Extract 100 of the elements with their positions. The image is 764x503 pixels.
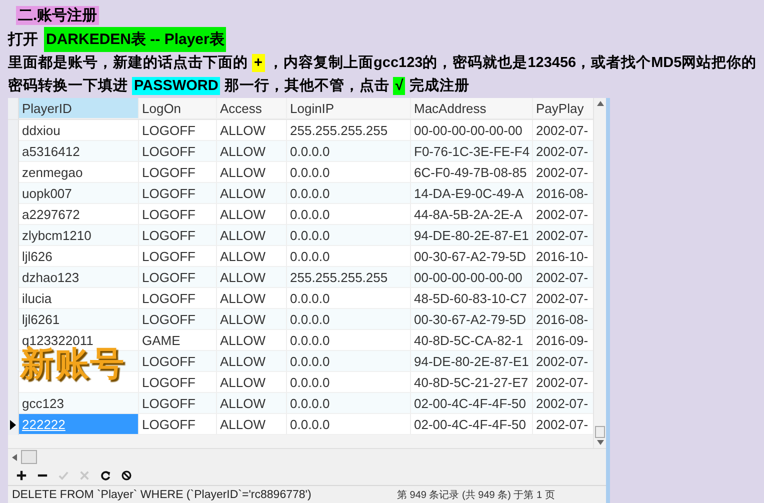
- table-cell: 0.0.0.0: [290, 291, 330, 306]
- table-cell: ALLOW: [220, 249, 266, 264]
- table-cell: ddxiou: [22, 123, 60, 138]
- table-row[interactable]: gcc123 LOGOFF ALLOW 0.0.0.0 02-00-4C-4F-4F-50 2002-07-: [8, 393, 593, 414]
- table-cell: 40-8D-5C-21-27-E7: [414, 375, 528, 390]
- add-icon[interactable]: [16, 470, 27, 480]
- table-cell: LOGOFF: [142, 396, 196, 411]
- table-row[interactable]: ddxiou LOGOFF ALLOW 255.255.255.255 00-00-00-00-00-00 2002-07-: [8, 120, 593, 141]
- table-cell: LOGOFF: [142, 186, 196, 201]
- table-cell: F0-76-1C-3E-FE-F4: [414, 144, 530, 159]
- table-cell: 0.0.0.0: [290, 333, 330, 348]
- table-cell: LOGOFF: [142, 312, 196, 327]
- table-cell: ljl6261: [22, 312, 60, 327]
- table-cell: 40-8D-5C-CA-82-1: [414, 333, 524, 348]
- table-cell: LOGOFF: [142, 249, 196, 264]
- row-header[interactable]: [8, 414, 19, 435]
- table-cell: ALLOW: [220, 417, 266, 432]
- table-cell: 255.255.255.255: [290, 270, 388, 285]
- table-cell: 2016-09-: [536, 333, 588, 348]
- table-cell: 0.0.0.0: [290, 165, 330, 180]
- table-cell: ALLOW: [220, 165, 266, 180]
- scroll-thumb[interactable]: [595, 426, 605, 438]
- table-cell: 0.0.0.0: [290, 249, 330, 264]
- table-cell: 2002-07-: [536, 228, 588, 243]
- table-cell: 2002-07-: [536, 396, 588, 411]
- table-cell: LOGOFF: [142, 270, 196, 285]
- table-row[interactable]: a5316412 LOGOFF ALLOW 0.0.0.0 F0-76-1C-3E-FE-F4 2002-07-: [8, 141, 593, 162]
- table-cell: 0.0.0.0: [290, 375, 330, 390]
- table-row[interactable]: zenmegao LOGOFF ALLOW 0.0.0.0 6C-F0-49-7B-08-85 2002-07-: [8, 162, 593, 183]
- table-row[interactable]: zlybcm1210 LOGOFF ALLOW 0.0.0.0 94-DE-80-2E-87-E1 2002-07-: [8, 225, 593, 246]
- refresh-icon[interactable]: [100, 470, 111, 480]
- table-cell: zenmegao: [22, 165, 83, 180]
- table-cell: 00-00-00-00-00-00: [414, 270, 522, 285]
- table-cell: 2016-08-: [536, 312, 588, 327]
- table-row[interactable]: uopk007 LOGOFF ALLOW 0.0.0.0 14-DA-E9-0C-49-A 2016-08-: [8, 183, 593, 204]
- table-cell: LOGOFF: [142, 354, 196, 369]
- stop-icon[interactable]: [121, 470, 132, 480]
- table-cell: 0.0.0.0: [290, 396, 330, 411]
- table-cell: 2002-07-: [536, 165, 588, 180]
- table-row[interactable]: ljl626 LOGOFF ALLOW 0.0.0.0 00-30-67-A2-79-5D 2016-10-: [8, 246, 593, 267]
- table-row[interactable]: dzhao123 LOGOFF ALLOW 255.255.255.255 00-00-00-00-00-00 2002-07-: [8, 267, 593, 288]
- table-cell: ALLOW: [220, 186, 266, 201]
- table-cell: a5316412: [22, 144, 80, 159]
- record-count-text: 第 949 条记录 (共 949 条) 于第 1 页: [397, 488, 555, 502]
- table-cell: ALLOW: [220, 123, 266, 138]
- table-cell: 00-00-00-00-00-00: [414, 123, 522, 138]
- table-cell: 00-30-67-A2-79-5D: [414, 249, 526, 264]
- scroll-thumb[interactable]: [21, 450, 37, 464]
- table-name-label: DARKEDEN表 -- Player表: [44, 27, 226, 52]
- table-cell: ilucia: [22, 291, 52, 306]
- table-cell: 0.0.0.0: [290, 417, 330, 432]
- table-cell: 2016-08-: [536, 186, 588, 201]
- status-query-text: DELETE FROM `Player` WHERE (`PlayerID`='rc8896778'): [11, 489, 312, 501]
- table-cell: 00-30-67-A2-79-5D: [414, 312, 526, 327]
- column-header[interactable]: LogOn: [139, 98, 217, 119]
- row-pointer-icon: [10, 420, 16, 430]
- table-cell: gcc123: [22, 396, 64, 411]
- table-cell: zlybcm1210: [22, 228, 92, 243]
- table-cell: 2002-07-: [536, 291, 588, 306]
- scroll-left-icon[interactable]: [12, 454, 17, 460]
- column-header[interactable]: Access: [217, 98, 287, 119]
- table-cell: 2002-07-: [536, 123, 588, 138]
- table-cell: ALLOW: [220, 144, 266, 159]
- table-cell: LOGOFF: [142, 144, 196, 159]
- table-cell: ALLOW: [220, 333, 266, 348]
- table-cell: 0.0.0.0: [290, 207, 330, 222]
- table-cell: 2002-07-: [536, 375, 588, 390]
- table-cell: 222222: [22, 417, 66, 432]
- table-cell: ALLOW: [220, 354, 266, 369]
- table-cell: LOGOFF: [142, 165, 196, 180]
- column-header[interactable]: LoginIP: [287, 98, 411, 119]
- table-row[interactable]: a2297672 LOGOFF ALLOW 0.0.0.0 44-8A-5B-2A-2E-A 2002-07-: [8, 204, 593, 225]
- table-row[interactable]: ljl6261 LOGOFF ALLOW 0.0.0.0 00-30-67-A2-79-5D 2016-08-: [8, 309, 593, 330]
- scroll-down-icon[interactable]: [596, 440, 604, 445]
- table-cell: 14-DA-E9-0C-49-A: [414, 186, 524, 201]
- table-cell: ALLOW: [220, 228, 266, 243]
- table-cell: 94-DE-80-2E-87-E1: [414, 228, 529, 243]
- table-cell: 0.0.0.0: [290, 312, 330, 327]
- table-cell: 0.0.0.0: [290, 354, 330, 369]
- table-row[interactable]: ilucia LOGOFF ALLOW 0.0.0.0 48-5D-60-83-10-C7 2002-07-: [8, 288, 593, 309]
- table-cell: ALLOW: [220, 312, 266, 327]
- table-cell: dzhao123: [22, 270, 80, 285]
- table-cell: q123322011: [22, 333, 94, 348]
- table-cell: uopk007: [22, 186, 72, 201]
- table-cell: ALLOW: [220, 375, 266, 390]
- table-cell: 0.0.0.0: [290, 228, 330, 243]
- column-header[interactable]: MacAddress: [411, 98, 533, 119]
- table-cell: ALLOW: [220, 291, 266, 306]
- column-header[interactable]: PlayerID: [19, 98, 139, 119]
- open-label: 打开: [8, 30, 38, 50]
- table-row[interactable]: 222222 LOGOFF ALLOW 0.0.0.0 02-00-4C-4F-4F-50 2002-07-: [8, 414, 593, 435]
- table-cell: 0.0.0.0: [290, 186, 330, 201]
- table-cell: LOGOFF: [142, 228, 196, 243]
- table-cell: LOGOFF: [142, 375, 196, 390]
- section-heading: 二.账号注册: [16, 6, 100, 25]
- table-cell: LOGOFF: [142, 207, 196, 222]
- table-cell: ALLOW: [220, 270, 266, 285]
- scroll-up-icon[interactable]: [596, 101, 604, 106]
- table-cell: LOGOFF: [142, 291, 196, 306]
- table-cell: 02-00-4C-4F-4F-50: [414, 417, 526, 432]
